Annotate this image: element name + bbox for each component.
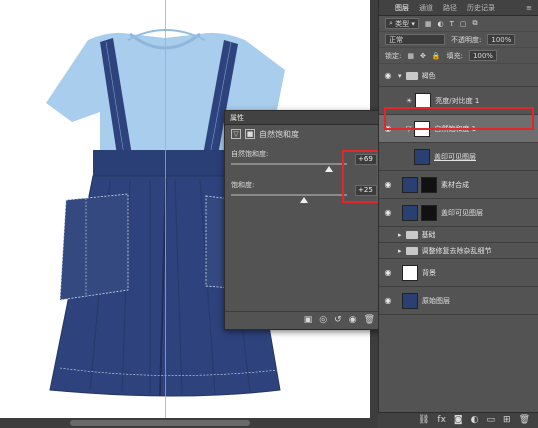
mask-icon[interactable]: ■: [245, 129, 255, 139]
new-adjustment-icon[interactable]: ◐: [471, 416, 479, 425]
layer-thumbnail: [414, 148, 430, 165]
vibrance-track[interactable]: [231, 163, 347, 165]
group-expand-icon[interactable]: ▾: [398, 72, 402, 80]
group-collapse-icon[interactable]: ▸: [398, 247, 402, 255]
tab-paths[interactable]: 路径: [443, 3, 457, 13]
left-pocket: [59, 193, 129, 301]
folder-icon: [405, 246, 418, 255]
layer-name: 褐色: [421, 71, 436, 80]
reset-icon[interactable]: ↺: [334, 316, 342, 325]
clip-to-layer-icon[interactable]: ▣: [304, 316, 313, 325]
search-icon: ⌕: [389, 19, 393, 27]
adjustment-name: 自然饱和度: [259, 129, 299, 139]
vibrance-label: 自然饱和度:: [231, 150, 269, 158]
properties-footer: ▣ ◎ ↺ ◉ 🗑: [225, 311, 383, 329]
filter-kind-label: 类型: [395, 19, 410, 28]
layers-list: ◉ ▾ 褐色 ☀ 亮度/对比度 1 ◉ ▽ 自然饱和度 1 盖印可见图层 ◉ 素…: [379, 65, 538, 315]
folder-icon: [405, 71, 418, 80]
add-mask-icon[interactable]: ◙: [454, 416, 463, 425]
horizontal-scrollbar[interactable]: [0, 418, 370, 428]
vertical-guide[interactable]: [165, 0, 166, 418]
scroll-thumb[interactable]: [70, 420, 250, 426]
layer-style-fx-icon[interactable]: fx: [437, 416, 446, 425]
layer-name: 调整修复去除杂乱细节: [421, 246, 492, 255]
panel-menu-icon[interactable]: ≡: [526, 4, 532, 12]
lock-label: 锁定:: [385, 51, 402, 60]
layer-name: 素材合成: [441, 180, 469, 189]
visibility-eye-icon[interactable]: ◉: [382, 71, 394, 80]
delete-layer-icon[interactable]: 🗑: [519, 416, 530, 425]
layer-group-row[interactable]: ◉ ▾ 褐色: [379, 65, 538, 87]
filter-kind-select[interactable]: ⌕ 类型 ▾: [385, 18, 419, 29]
blend-mode-label: 正常: [389, 35, 403, 44]
visibility-eye-icon[interactable]: ◉: [382, 208, 394, 217]
visibility-eye-icon[interactable]: ◉: [382, 268, 394, 277]
tab-channels[interactable]: 通道: [419, 3, 433, 13]
layer-thumbnail: [402, 176, 418, 193]
layers-panel: 图层 通道 路径 历史记录 ≡ ⌕ 类型 ▾ ▦ ◐ T ▢ ⧉ 正常 不透明度…: [378, 0, 538, 428]
blend-row: 正常 不透明度: 100%: [379, 32, 538, 48]
layer-row[interactable]: ◉ 背景: [379, 259, 538, 287]
layer-mask-thumbnail: [421, 176, 437, 193]
visibility-eye-icon[interactable]: ◉: [382, 180, 394, 189]
panel-title: 属性: [225, 111, 383, 125]
view-previous-icon[interactable]: ◎: [319, 316, 327, 325]
layer-row[interactable]: 盖印可见图层: [379, 143, 538, 171]
layer-name: 盖印可见图层: [434, 152, 476, 161]
lock-pixels-icon[interactable]: ▦: [407, 52, 414, 60]
layer-name: 背景: [422, 268, 436, 277]
saturation-label: 饱和度:: [231, 181, 255, 189]
layers-bottom-bar: ⛓ fx ◙ ◐ ▭ ⊞ 🗑: [378, 412, 538, 428]
properties-header: ▽ ■ 自然饱和度: [225, 125, 383, 143]
brightness-adjust-icon: ☀: [406, 96, 413, 105]
blend-mode-select[interactable]: 正常: [385, 34, 445, 45]
values-highlight-box: [342, 150, 379, 203]
link-layers-icon[interactable]: ⛓: [418, 416, 429, 425]
tab-history[interactable]: 历史记录: [467, 3, 495, 13]
layer-name: 基础: [421, 230, 436, 239]
layer-thumbnail: [402, 292, 418, 309]
filter-type-icon[interactable]: T: [450, 20, 454, 28]
waistband: [93, 150, 243, 178]
filter-shape-icon[interactable]: ▢: [460, 20, 467, 28]
folder-icon: [405, 230, 418, 239]
visibility-eye-icon[interactable]: ◉: [382, 296, 394, 305]
layer-name: 盖印可见图层: [441, 208, 483, 217]
selected-layer-highlight-box: [384, 107, 534, 130]
filter-row: ⌕ 类型 ▾ ▦ ◐ T ▢ ⧉: [379, 16, 538, 32]
new-group-icon[interactable]: ▭: [487, 416, 496, 425]
layer-group-row[interactable]: ▸ 调整修复去除杂乱细节: [379, 243, 538, 259]
group-collapse-icon[interactable]: ▸: [398, 231, 402, 239]
layer-row[interactable]: ◉ 素材合成: [379, 171, 538, 199]
lock-all-icon[interactable]: 🔒: [432, 52, 441, 60]
delete-trash-icon[interactable]: 🗑: [364, 316, 375, 325]
layer-name: 亮度/对比度 1: [435, 96, 480, 105]
lock-position-icon[interactable]: ✥: [420, 52, 426, 60]
lock-row: 锁定: ▦ ✥ 🔒 填充: 100%: [379, 48, 538, 64]
saturation-track[interactable]: [231, 194, 347, 196]
tab-layers[interactable]: 图层: [395, 3, 409, 13]
filter-smart-icon[interactable]: ⧉: [473, 19, 478, 28]
layer-row[interactable]: ◉ 盖印可见图层: [379, 199, 538, 227]
layer-name: 原始图层: [422, 296, 450, 305]
new-layer-icon[interactable]: ⊞: [503, 416, 511, 425]
properties-panel: 属性 ▽ ■ 自然饱和度 自然饱和度: +69 饱和度: +25 ▣ ◎ ↺ ◉…: [224, 110, 384, 330]
layer-mask-thumbnail: [421, 204, 437, 221]
fill-label: 填充:: [446, 51, 463, 60]
filter-adjust-icon[interactable]: ◐: [438, 20, 444, 28]
layer-group-row[interactable]: ▸ 基础: [379, 227, 538, 243]
fill-input[interactable]: 100%: [468, 50, 497, 61]
visibility-eye-icon[interactable]: ◉: [349, 316, 357, 325]
opacity-input[interactable]: 100%: [487, 34, 516, 45]
vibrance-triangle-icon: ▽: [231, 129, 241, 139]
opacity-label: 不透明度:: [451, 35, 482, 44]
panel-tabs: 图层 通道 路径 历史记录 ≡: [379, 0, 538, 16]
filter-pixel-icon[interactable]: ▦: [425, 20, 432, 28]
layer-thumbnail: [402, 204, 418, 221]
layer-thumbnail: [402, 264, 418, 281]
layer-row[interactable]: ◉ 原始图层: [379, 287, 538, 315]
saturation-slider-knob[interactable]: [299, 197, 308, 203]
vibrance-slider-knob[interactable]: [325, 166, 334, 172]
